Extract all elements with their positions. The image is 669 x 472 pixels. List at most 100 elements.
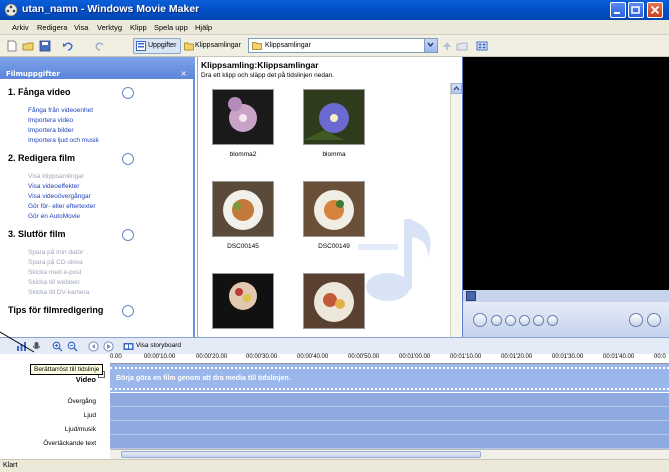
- movie-maker-icon: [4, 3, 18, 17]
- zoom-out-icon[interactable]: [67, 341, 78, 352]
- menu-verktyg[interactable]: Verktyg: [97, 23, 122, 32]
- music-note-watermark: [358, 219, 431, 301]
- link-automovie[interactable]: Gör en AutoMovie: [28, 213, 80, 220]
- save-icon[interactable]: [39, 40, 51, 52]
- new-project-icon[interactable]: [6, 40, 18, 52]
- clip-thumbnail[interactable]: [303, 181, 365, 237]
- rewind-button[interactable]: [519, 315, 530, 326]
- preview-screen: [463, 57, 669, 290]
- folder-icon: [184, 42, 194, 51]
- link-import-audio[interactable]: Importera ljud och musik: [28, 137, 99, 144]
- tasks-pane-title: Filmuppgifter: [6, 70, 60, 78]
- audio-track[interactable]: [110, 407, 669, 421]
- tasks-button[interactable]: Uppgifter: [133, 38, 181, 54]
- undo-icon[interactable]: [62, 40, 74, 52]
- tasks-label: Uppgifter: [148, 42, 177, 49]
- snapshot-button[interactable]: [647, 313, 661, 327]
- close-button[interactable]: [647, 2, 663, 18]
- filmstrip-edge: [110, 388, 669, 390]
- filmstrip-edge: [110, 367, 669, 369]
- menu-spela-upp[interactable]: Spela upp: [154, 23, 188, 32]
- collection-folder-icon: [252, 42, 262, 50]
- clip-thumbnail[interactable]: [303, 273, 365, 329]
- zoom-in-icon[interactable]: [52, 341, 63, 352]
- title-overlay-track[interactable]: [110, 435, 669, 449]
- menu-visa[interactable]: Visa: [74, 23, 88, 32]
- ruler-tick: 00:00'30.00: [246, 354, 278, 360]
- storyboard-icon[interactable]: [123, 341, 134, 352]
- ruler-tick: 00:00'40.00: [297, 354, 329, 360]
- clip-thumbnail[interactable]: [303, 89, 365, 145]
- collections-button[interactable]: Klippsamlingar: [182, 38, 242, 54]
- chevron-down-icon[interactable]: [424, 39, 437, 52]
- stop-button[interactable]: [491, 315, 502, 326]
- menu-bar: Arkiv Redigera Visa Verktyg Klipp Spela …: [0, 20, 669, 35]
- chevron-up-icon[interactable]: [122, 153, 134, 165]
- rewind-timeline-icon[interactable]: [88, 341, 99, 352]
- video-track[interactable]: Börja göra en film genom att dra media t…: [110, 364, 669, 393]
- play-button[interactable]: [473, 313, 487, 327]
- status-bar: Klart: [0, 459, 669, 472]
- chevron-down-icon[interactable]: [122, 305, 134, 317]
- clip-thumbnail[interactable]: [212, 89, 274, 145]
- up-one-level-icon[interactable]: [441, 40, 453, 52]
- close-pane-icon[interactable]: ×: [180, 69, 187, 78]
- clip-thumbnail[interactable]: [212, 273, 274, 329]
- tasks-pane-body: 1. Fånga video Fånga från videoenhet Imp…: [0, 79, 193, 337]
- clip-name: DSC00145: [227, 243, 259, 250]
- link-import-pictures[interactable]: Importera bilder: [28, 127, 74, 134]
- menu-hjalp[interactable]: Hjälp: [195, 23, 212, 32]
- collections-combo[interactable]: Klippsamlingar: [248, 38, 438, 53]
- playback-controls: [463, 302, 669, 337]
- tooltip: Berättarröst till tidslinje: [30, 364, 104, 375]
- menu-arkiv[interactable]: Arkiv: [12, 23, 29, 32]
- scroll-thumb[interactable]: [121, 451, 481, 458]
- split-button[interactable]: [629, 313, 643, 327]
- next-frame-button[interactable]: [547, 315, 558, 326]
- link-capture-device[interactable]: Fånga från videoenhet: [28, 107, 93, 114]
- link-make-titles[interactable]: Gör för- eller eftertexter: [28, 203, 96, 210]
- ruler-tick: 00:01'40.00: [603, 354, 635, 360]
- previous-frame-button[interactable]: [505, 315, 516, 326]
- menu-redigera[interactable]: Redigera: [37, 23, 67, 32]
- forward-button[interactable]: [533, 315, 544, 326]
- clip-thumbnail[interactable]: [212, 181, 274, 237]
- link-view-effects[interactable]: Visa videoeffekter: [28, 183, 79, 190]
- link-send-dv: Skicka till DV-kamera: [28, 289, 90, 296]
- split-clip-icon[interactable]: [466, 291, 476, 301]
- ruler-tick: 00:00'50.00: [348, 354, 380, 360]
- movie-tasks-pane: Filmuppgifter × 1. Fånga video Fånga frå…: [0, 57, 195, 337]
- restore-icon: [631, 6, 640, 14]
- timeline-ruler[interactable]: 0.00 00:00'10.00 00:00'20.00 00:00'30.00…: [110, 354, 669, 364]
- chevron-up-icon[interactable]: [122, 229, 134, 241]
- redo-icon[interactable]: [94, 40, 106, 52]
- transition-track[interactable]: [110, 393, 669, 407]
- open-project-icon[interactable]: [22, 40, 34, 52]
- play-timeline-icon[interactable]: [103, 341, 114, 352]
- clip-name: blomma2: [229, 151, 257, 158]
- link-save-cd: Spara på CD-skiva: [28, 259, 83, 266]
- seek-bar[interactable]: [463, 290, 669, 302]
- minimize-button[interactable]: [610, 2, 626, 18]
- scroll-up-icon[interactable]: [451, 83, 462, 94]
- section-capture-title[interactable]: 1. Fånga video: [8, 87, 71, 97]
- link-import-video[interactable]: Importera video: [28, 117, 73, 124]
- menu-klipp[interactable]: Klipp: [130, 23, 147, 32]
- views-icon[interactable]: [476, 40, 488, 52]
- timeline-scrollbar[interactable]: [110, 449, 669, 459]
- collection-subtitle: Dra ett klipp och släpp det på tidslinje…: [201, 72, 334, 79]
- section-tips-title[interactable]: Tips för filmredigering: [8, 305, 103, 315]
- audio-music-track[interactable]: [110, 421, 669, 435]
- collection-scrollbar[interactable]: [450, 83, 462, 337]
- show-storyboard-label[interactable]: Visa storyboard: [136, 342, 181, 349]
- section-edit-title[interactable]: 2. Redigera film: [8, 153, 75, 163]
- link-view-transitions[interactable]: Visa videoövergångar: [28, 193, 91, 200]
- maximize-button[interactable]: [628, 2, 644, 18]
- chevron-up-icon[interactable]: [122, 87, 134, 99]
- tasks-pane-header: Filmuppgifter ×: [0, 57, 195, 79]
- section-finish-title[interactable]: 3. Slutför film: [8, 229, 66, 239]
- link-send-email: Skicka med e-post: [28, 269, 82, 276]
- toolbar: Uppgifter Klippsamlingar Klippsamlingar: [0, 35, 669, 57]
- new-collection-icon[interactable]: [456, 40, 468, 52]
- track-label-video: Video: [75, 375, 96, 384]
